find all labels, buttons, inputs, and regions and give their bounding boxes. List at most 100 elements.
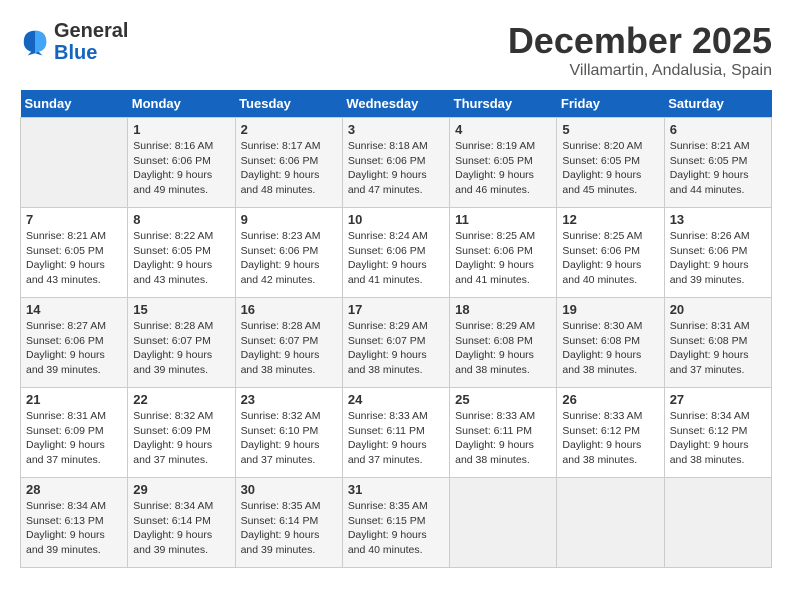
day-number: 7 xyxy=(26,212,122,227)
day-info: Sunrise: 8:28 AMSunset: 6:07 PMDaylight:… xyxy=(241,319,337,378)
weekday-header: Wednesday xyxy=(342,90,449,118)
day-number: 30 xyxy=(241,482,337,497)
day-number: 29 xyxy=(133,482,229,497)
day-number: 17 xyxy=(348,302,444,317)
day-info: Sunrise: 8:35 AMSunset: 6:14 PMDaylight:… xyxy=(241,499,337,558)
day-number: 12 xyxy=(562,212,658,227)
day-info: Sunrise: 8:33 AMSunset: 6:11 PMDaylight:… xyxy=(455,409,551,468)
day-info: Sunrise: 8:33 AMSunset: 6:12 PMDaylight:… xyxy=(562,409,658,468)
calendar-cell: 24Sunrise: 8:33 AMSunset: 6:11 PMDayligh… xyxy=(342,388,449,478)
day-number: 22 xyxy=(133,392,229,407)
day-info: Sunrise: 8:21 AMSunset: 6:05 PMDaylight:… xyxy=(26,229,122,288)
day-info: Sunrise: 8:18 AMSunset: 6:06 PMDaylight:… xyxy=(348,139,444,198)
day-number: 16 xyxy=(241,302,337,317)
day-number: 31 xyxy=(348,482,444,497)
calendar-cell: 19Sunrise: 8:30 AMSunset: 6:08 PMDayligh… xyxy=(557,298,664,388)
day-info: Sunrise: 8:30 AMSunset: 6:08 PMDaylight:… xyxy=(562,319,658,378)
calendar-cell: 31 Sunrise: 8:35 AMSunset: 6:15 PMDayligh… xyxy=(342,478,449,568)
calendar-header-row: SundayMondayTuesdayWednesdayThursdayFrid… xyxy=(21,90,772,118)
day-number: 6 xyxy=(670,122,766,137)
calendar-cell: 15Sunrise: 8:28 AMSunset: 6:07 PMDayligh… xyxy=(128,298,235,388)
calendar-cell: 25 Sunrise: 8:33 AMSunset: 6:11 PMDayligh… xyxy=(450,388,557,478)
day-info: Sunrise: 8:34 AMSunset: 6:13 PMDaylight:… xyxy=(26,499,122,558)
calendar-cell: 6 Sunrise: 8:21 AMSunset: 6:05 PMDaylight… xyxy=(664,118,771,208)
day-number: 2 xyxy=(241,122,337,137)
day-info: Sunrise: 8:34 AMSunset: 6:14 PMDaylight:… xyxy=(133,499,229,558)
calendar-cell: 3 Sunrise: 8:18 AMSunset: 6:06 PMDaylight… xyxy=(342,118,449,208)
day-info: Sunrise: 8:17 AMSunset: 6:06 PMDaylight:… xyxy=(241,139,337,198)
calendar-week-row: 14 Sunrise: 8:27 AMSunset: 6:06 PMDayligh… xyxy=(21,298,772,388)
calendar-week-row: 21 Sunrise: 8:31 AMSunset: 6:09 PMDayligh… xyxy=(21,388,772,478)
calendar-cell: 23Sunrise: 8:32 AMSunset: 6:10 PMDayligh… xyxy=(235,388,342,478)
day-number: 26 xyxy=(562,392,658,407)
calendar-cell: 8 Sunrise: 8:22 AMSunset: 6:05 PMDaylight… xyxy=(128,208,235,298)
calendar-cell: 11Sunrise: 8:25 AMSunset: 6:06 PMDayligh… xyxy=(450,208,557,298)
day-number: 8 xyxy=(133,212,229,227)
day-info: Sunrise: 8:34 AMSunset: 6:12 PMDaylight:… xyxy=(670,409,766,468)
calendar-cell: 18 Sunrise: 8:29 AMSunset: 6:08 PMDayligh… xyxy=(450,298,557,388)
day-number: 20 xyxy=(670,302,766,317)
weekday-header: Monday xyxy=(128,90,235,118)
day-number: 27 xyxy=(670,392,766,407)
day-info: Sunrise: 8:21 AMSunset: 6:05 PMDaylight:… xyxy=(670,139,766,198)
logo-icon xyxy=(20,27,50,57)
calendar-cell: 1Sunrise: 8:16 AMSunset: 6:06 PMDaylight… xyxy=(128,118,235,208)
calendar-week-row: 1Sunrise: 8:16 AMSunset: 6:06 PMDaylight… xyxy=(21,118,772,208)
month-title: December 2025 xyxy=(508,20,772,62)
day-number: 21 xyxy=(26,392,122,407)
page-header: General Blue December 2025 Villamartin, … xyxy=(20,20,772,80)
day-info: Sunrise: 8:25 AMSunset: 6:06 PMDaylight:… xyxy=(562,229,658,288)
calendar-cell: 29 Sunrise: 8:34 AMSunset: 6:14 PMDayligh… xyxy=(128,478,235,568)
logo-text: General Blue xyxy=(54,20,128,64)
logo: General Blue xyxy=(20,20,128,64)
calendar-cell: 9 Sunrise: 8:23 AMSunset: 6:06 PMDaylight… xyxy=(235,208,342,298)
day-info: Sunrise: 8:23 AMSunset: 6:06 PMDaylight:… xyxy=(241,229,337,288)
day-info: Sunrise: 8:35 AMSunset: 6:15 PMDaylight:… xyxy=(348,499,444,558)
day-info: Sunrise: 8:26 AMSunset: 6:06 PMDaylight:… xyxy=(670,229,766,288)
day-info: Sunrise: 8:19 AMSunset: 6:05 PMDaylight:… xyxy=(455,139,551,198)
day-info: Sunrise: 8:32 AMSunset: 6:09 PMDaylight:… xyxy=(133,409,229,468)
day-info: Sunrise: 8:22 AMSunset: 6:05 PMDaylight:… xyxy=(133,229,229,288)
calendar-cell: 28Sunrise: 8:34 AMSunset: 6:13 PMDayligh… xyxy=(21,478,128,568)
day-info: Sunrise: 8:20 AMSunset: 6:05 PMDaylight:… xyxy=(562,139,658,198)
day-number: 3 xyxy=(348,122,444,137)
calendar-cell: 10 Sunrise: 8:24 AMSunset: 6:06 PMDayligh… xyxy=(342,208,449,298)
day-number: 5 xyxy=(562,122,658,137)
weekday-header: Tuesday xyxy=(235,90,342,118)
calendar-week-row: 7 Sunrise: 8:21 AMSunset: 6:05 PMDaylight… xyxy=(21,208,772,298)
calendar-cell: 27 Sunrise: 8:34 AMSunset: 6:12 PMDayligh… xyxy=(664,388,771,478)
day-info: Sunrise: 8:16 AMSunset: 6:06 PMDaylight:… xyxy=(133,139,229,198)
title-block: December 2025 Villamartin, Andalusia, Sp… xyxy=(508,20,772,80)
day-number: 13 xyxy=(670,212,766,227)
day-number: 25 xyxy=(455,392,551,407)
weekday-header: Thursday xyxy=(450,90,557,118)
day-info: Sunrise: 8:24 AMSunset: 6:06 PMDaylight:… xyxy=(348,229,444,288)
calendar-cell xyxy=(450,478,557,568)
day-number: 10 xyxy=(348,212,444,227)
calendar-cell: 16 Sunrise: 8:28 AMSunset: 6:07 PMDayligh… xyxy=(235,298,342,388)
calendar-cell: 13 Sunrise: 8:26 AMSunset: 6:06 PMDayligh… xyxy=(664,208,771,298)
day-info: Sunrise: 8:32 AMSunset: 6:10 PMDaylight:… xyxy=(241,409,337,468)
calendar-cell: 5 Sunrise: 8:20 AMSunset: 6:05 PMDaylight… xyxy=(557,118,664,208)
calendar-cell: 2 Sunrise: 8:17 AMSunset: 6:06 PMDaylight… xyxy=(235,118,342,208)
day-info: Sunrise: 8:29 AMSunset: 6:08 PMDaylight:… xyxy=(455,319,551,378)
day-number: 11 xyxy=(455,212,551,227)
calendar-week-row: 28Sunrise: 8:34 AMSunset: 6:13 PMDayligh… xyxy=(21,478,772,568)
calendar-table: SundayMondayTuesdayWednesdayThursdayFrid… xyxy=(20,90,772,568)
location: Villamartin, Andalusia, Spain xyxy=(508,62,772,80)
weekday-header: Friday xyxy=(557,90,664,118)
day-number: 9 xyxy=(241,212,337,227)
day-number: 14 xyxy=(26,302,122,317)
day-info: Sunrise: 8:29 AMSunset: 6:07 PMDaylight:… xyxy=(348,319,444,378)
calendar-cell: 21 Sunrise: 8:31 AMSunset: 6:09 PMDayligh… xyxy=(21,388,128,478)
day-info: Sunrise: 8:27 AMSunset: 6:06 PMDaylight:… xyxy=(26,319,122,378)
calendar-cell xyxy=(664,478,771,568)
day-number: 18 xyxy=(455,302,551,317)
calendar-cell: 12 Sunrise: 8:25 AMSunset: 6:06 PMDayligh… xyxy=(557,208,664,298)
calendar-cell: 14 Sunrise: 8:27 AMSunset: 6:06 PMDayligh… xyxy=(21,298,128,388)
day-info: Sunrise: 8:28 AMSunset: 6:07 PMDaylight:… xyxy=(133,319,229,378)
calendar-cell: 20Sunrise: 8:31 AMSunset: 6:08 PMDayligh… xyxy=(664,298,771,388)
day-info: Sunrise: 8:31 AMSunset: 6:09 PMDaylight:… xyxy=(26,409,122,468)
weekday-header: Sunday xyxy=(21,90,128,118)
calendar-cell: 30 Sunrise: 8:35 AMSunset: 6:14 PMDayligh… xyxy=(235,478,342,568)
